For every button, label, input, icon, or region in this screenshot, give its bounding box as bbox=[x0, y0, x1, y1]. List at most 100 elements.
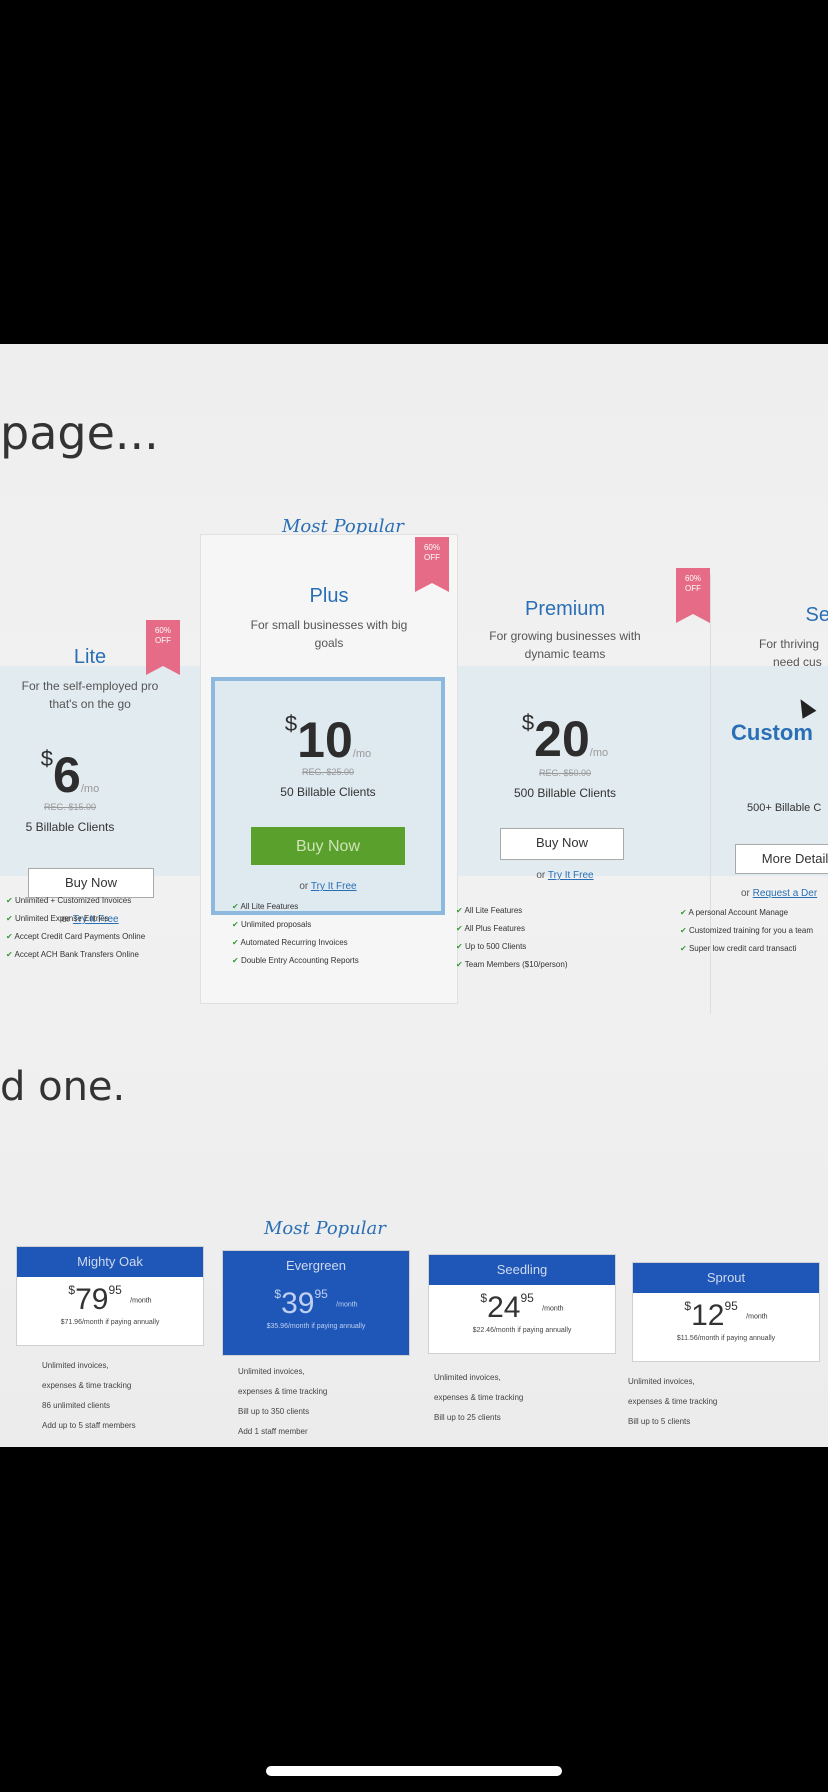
request-demo-row: or Request a Der bbox=[741, 888, 828, 899]
tier-period: /month bbox=[746, 1313, 768, 1321]
tier-cents: 95 bbox=[108, 1283, 122, 1297]
tier-features-mighty-oak: Unlimited invoices, expenses & time trac… bbox=[42, 1356, 136, 1436]
price-amount: 6 bbox=[53, 747, 81, 803]
most-popular-badge-tiers: Most Popular bbox=[264, 1218, 386, 1239]
tier-feature: Bill up to 5 clients bbox=[628, 1417, 691, 1426]
tier-feature: Bill up to 25 clients bbox=[434, 1413, 501, 1422]
tier-annual-note: $11.56/month if paying annually bbox=[676, 1335, 776, 1342]
feature-item: Up to 500 Clients bbox=[456, 938, 568, 956]
tier-amount: 39 bbox=[281, 1287, 315, 1320]
tier-feature: expenses & time tracking bbox=[434, 1393, 524, 1402]
plan-desc-line2: that's on the go bbox=[49, 697, 131, 711]
tier-annual-note: $71.96/month if paying annually bbox=[60, 1319, 160, 1326]
tier-price: $1295 /month bbox=[633, 1299, 819, 1333]
billable-clients: 500 Billable Clients bbox=[513, 786, 617, 800]
plan-price: $6/mo bbox=[0, 746, 170, 804]
plan-name: Premium bbox=[524, 598, 605, 620]
regular-price: REG. $50.00 bbox=[538, 768, 592, 778]
tier-name: Seedling bbox=[429, 1255, 615, 1285]
feature-item: Accept ACH Bank Transfers Online bbox=[6, 946, 145, 964]
feature-item: Unlimited Expense Entries bbox=[6, 910, 145, 928]
plan-highlight-box: $10/mo REG. $25.00 50 Billable Clients B… bbox=[211, 677, 445, 915]
plan-price: $10/mo bbox=[215, 711, 441, 769]
billable-clients: 500+ Billable C bbox=[747, 802, 822, 814]
plan-name: Lite bbox=[73, 646, 107, 668]
plan-desc-line1: For small businesses with big bbox=[250, 618, 408, 632]
feature-item: A personal Account Manage bbox=[680, 904, 813, 922]
feature-item: Team Members ($10/person) bbox=[456, 956, 568, 974]
feature-item: Customized training for you a team bbox=[680, 922, 813, 940]
tier-feature: Unlimited invoices, bbox=[434, 1373, 501, 1382]
feature-item: Unlimited proposals bbox=[232, 916, 359, 934]
tier-annual-note: $35.96/month if paying annually bbox=[266, 1323, 366, 1330]
tier-amount: 24 bbox=[487, 1291, 521, 1324]
feature-item: All Plus Features bbox=[456, 920, 568, 938]
price-period: /mo bbox=[352, 748, 372, 760]
price-currency: $ bbox=[284, 711, 298, 736]
tier-period: /month bbox=[336, 1301, 358, 1309]
price-amount: 20 bbox=[534, 711, 590, 767]
tier-feature: Add 1 staff member bbox=[238, 1427, 308, 1436]
tier-card-evergreen[interactable]: Evergreen $3995 /month $35.96/month if p… bbox=[222, 1250, 410, 1356]
tier-name: Mighty Oak bbox=[17, 1247, 203, 1277]
plan-name: Se bbox=[805, 604, 828, 626]
request-demo-link[interactable]: Request a Der bbox=[753, 888, 817, 899]
tier-feature: Unlimited invoices, bbox=[628, 1377, 695, 1386]
tier-card-mighty-oak[interactable]: Mighty Oak $7995 /month $71.96/month if … bbox=[16, 1246, 204, 1346]
tier-price: $2495 /month bbox=[429, 1291, 615, 1325]
plan-desc-line1: For the self-employed pro bbox=[21, 679, 159, 693]
buy-now-button[interactable]: Buy Now bbox=[500, 828, 624, 860]
monitor-photo: page... 60% OFF Lite For the self-employ… bbox=[0, 344, 828, 1447]
tier-features-seedling: Unlimited invoices, expenses & time trac… bbox=[434, 1368, 523, 1428]
try-free-link[interactable]: Try It Free bbox=[311, 881, 357, 892]
tier-feature: expenses & time tracking bbox=[238, 1387, 328, 1396]
plan-desc-line1: For growing businesses with bbox=[489, 629, 641, 643]
tier-name: Evergreen bbox=[223, 1251, 409, 1281]
select-features: A personal Account Manage Customized tra… bbox=[680, 904, 813, 958]
more-details-button[interactable]: More Detail bbox=[735, 844, 828, 874]
tier-card-seedling[interactable]: Seedling $2495 /month $22.46/month if pa… bbox=[428, 1254, 616, 1354]
tier-name: Sprout bbox=[633, 1263, 819, 1293]
plan-desc-line1: For thriving bbox=[759, 637, 820, 651]
billable-clients: 50 Billable Clients bbox=[280, 785, 376, 799]
try-free-link[interactable]: Try It Free bbox=[548, 870, 594, 881]
tier-card-sprout[interactable]: Sprout $1295 /month $11.56/month if payi… bbox=[632, 1262, 820, 1362]
buy-now-button[interactable]: Buy Now bbox=[251, 827, 405, 865]
price-currency: $ bbox=[521, 710, 535, 735]
feature-item: Double Entry Accounting Reports bbox=[232, 952, 359, 970]
partial-heading-top: page... bbox=[0, 406, 159, 460]
plus-features: All Lite Features Unlimited proposals Au… bbox=[232, 898, 359, 970]
plan-desc-line2: goals bbox=[314, 636, 344, 650]
tier-feature: Add up to 5 staff members bbox=[42, 1421, 136, 1430]
tier-features-sprout: Unlimited invoices, expenses & time trac… bbox=[628, 1372, 717, 1432]
plan-desc-line2: need cus bbox=[773, 655, 822, 669]
price-period: /mo bbox=[589, 747, 609, 759]
tier-period: /month bbox=[130, 1297, 152, 1305]
regular-price: REG. $25.00 bbox=[301, 767, 355, 777]
tier-cents: 95 bbox=[314, 1287, 328, 1301]
request-prefix: or bbox=[741, 888, 753, 899]
tier-price: $7995 /month bbox=[17, 1283, 203, 1317]
try-prefix: or bbox=[299, 881, 311, 892]
tier-feature: Unlimited invoices, bbox=[238, 1367, 305, 1376]
plan-desc-line2: dynamic teams bbox=[524, 647, 606, 661]
tier-feature: Bill up to 350 clients bbox=[238, 1407, 310, 1416]
tier-price: $3995 /month bbox=[223, 1287, 409, 1321]
mouse-cursor-icon bbox=[793, 695, 817, 719]
tier-amount: 79 bbox=[75, 1283, 109, 1316]
pricing-plans-section: 60% OFF Lite For the self-employed pro t… bbox=[0, 516, 828, 1014]
try-prefix: or bbox=[536, 870, 548, 881]
tier-plans-section: Mighty Oak $7995 /month $71.96/month if … bbox=[0, 1246, 828, 1446]
price-period: /mo bbox=[80, 783, 100, 795]
billable-clients: 5 Billable Clients bbox=[25, 820, 115, 834]
price-currency: $ bbox=[40, 746, 54, 771]
feature-item: All Lite Features bbox=[232, 898, 359, 916]
plan-price: $20/mo bbox=[440, 710, 690, 768]
tier-feature: expenses & time tracking bbox=[628, 1397, 718, 1406]
regular-price: REG. $15.00 bbox=[43, 802, 97, 812]
tier-feature: 86 unlimited clients bbox=[42, 1401, 111, 1410]
feature-item: Accept Credit Card Payments Online bbox=[6, 928, 145, 946]
try-free-link-row: or Try It Free bbox=[215, 881, 441, 892]
home-indicator[interactable] bbox=[266, 1766, 562, 1776]
try-free-link-row: or Try It Free bbox=[440, 870, 690, 881]
